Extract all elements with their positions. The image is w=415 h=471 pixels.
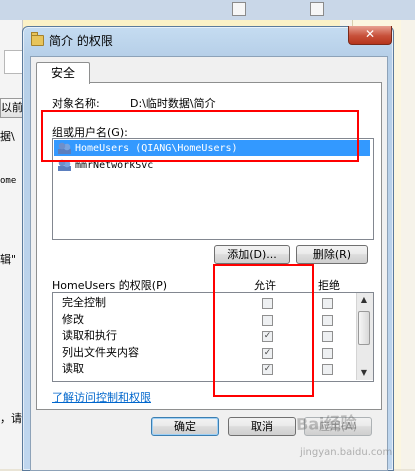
scroll-up-icon[interactable]: ▲: [356, 293, 372, 307]
watermark-url: jingyan.baidu.com: [300, 447, 393, 458]
object-name-value: D:\临时数据\简介: [130, 97, 216, 110]
background-left-panel: [0, 20, 23, 469]
background-tab-edge: [4, 50, 24, 74]
background-text-fragment: 辑": [0, 253, 17, 266]
annotation-box-users: [41, 110, 359, 162]
deny-checkbox[interactable]: [322, 298, 333, 309]
deny-checkbox[interactable]: [322, 348, 333, 359]
close-button[interactable]: ✕: [348, 26, 392, 45]
cancel-button[interactable]: 取消: [228, 417, 296, 436]
background-checkbox-icon: [310, 2, 324, 16]
permission-name: 读取和执行: [62, 329, 117, 342]
scroll-down-icon[interactable]: ▼: [356, 366, 372, 380]
background-text-fragment: ，请: [0, 412, 22, 425]
background-app-titlebar: [0, 0, 415, 20]
permission-name: 完全控制: [62, 296, 106, 309]
tab-security[interactable]: 安全: [36, 62, 90, 84]
background-checkbox-icon: [232, 2, 246, 16]
object-name-label: 对象名称:: [52, 97, 100, 110]
scroll-thumb[interactable]: [358, 311, 370, 345]
deny-checkbox[interactable]: [322, 364, 333, 375]
permissions-label: HomeUsers 的权限(P): [52, 279, 168, 292]
permission-name: 列出文件夹内容: [62, 346, 139, 359]
add-button[interactable]: 添加(D)...: [214, 245, 290, 264]
dialog-title: 简介 的权限: [49, 34, 113, 48]
deny-checkbox[interactable]: [322, 331, 333, 342]
deny-checkbox[interactable]: [322, 315, 333, 326]
access-control-help-link[interactable]: 了解访问控制和权限: [52, 389, 151, 405]
background-button[interactable]: 以前: [0, 98, 24, 118]
background-text-fragment: ome: [0, 176, 17, 186]
close-icon: ✕: [364, 27, 376, 41]
background-button-label: 以前: [1, 101, 23, 114]
remove-button[interactable]: 删除(R): [296, 245, 368, 264]
deny-column-header: 拒绝: [318, 279, 340, 292]
permission-name: 读取: [62, 362, 84, 375]
background-text-fragment: 据\: [0, 130, 15, 143]
annotation-box-allow-column: [213, 264, 314, 397]
ok-button[interactable]: 确定: [151, 417, 219, 436]
permission-name: 修改: [62, 313, 84, 326]
folder-icon: [31, 35, 44, 46]
watermark-logo: Bai经验: [295, 412, 357, 435]
